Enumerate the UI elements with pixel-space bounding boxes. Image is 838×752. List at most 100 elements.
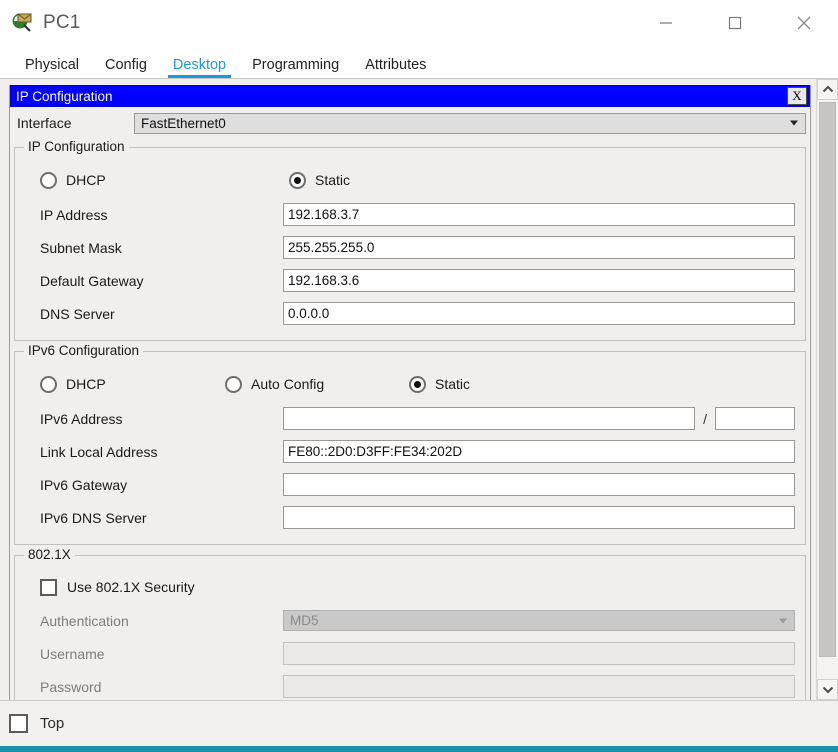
dialog-title: IP Configuration xyxy=(16,88,113,104)
ipv6-address-group: / xyxy=(283,407,795,430)
ipv6-mode-row: DHCP Auto Config Static xyxy=(25,366,795,402)
ipv6-prefix-separator: / xyxy=(703,410,707,427)
scroll-viewport: IP Configuration X Interface FastEtherne… xyxy=(0,79,816,700)
top-checkbox-label: Top xyxy=(40,715,65,732)
ipv6-dhcp-label: DHCP xyxy=(66,376,106,392)
dialog-content: Interface FastEthernet0 IP Configuration xyxy=(10,109,810,700)
ipv6-dns-server-label: IPv6 DNS Server xyxy=(40,509,147,526)
password-label: Password xyxy=(40,678,102,695)
ipv4-static-option[interactable]: Static xyxy=(289,171,351,189)
interface-select[interactable]: FastEthernet0 xyxy=(134,112,806,134)
ipv4-group-title: IP Configuration xyxy=(24,139,129,154)
ip-address-label: IP Address xyxy=(40,206,108,223)
ipv6-static-label: Static xyxy=(435,376,471,392)
dns-server-input[interactable]: 0.0.0.0 xyxy=(283,302,795,325)
tab-physical[interactable]: Physical xyxy=(12,57,92,79)
link-local-address-label: Link Local Address xyxy=(40,443,158,460)
subnet-mask-input[interactable]: 255.255.255.0 xyxy=(283,236,795,259)
window-title: PC1 xyxy=(43,12,81,33)
ipv6-prefix-input[interactable] xyxy=(715,407,795,430)
tab-programming[interactable]: Programming xyxy=(239,57,352,79)
link-local-address-input[interactable]: FE80::2D0:D3FF:FE34:202D xyxy=(283,440,795,463)
minimize-button[interactable] xyxy=(631,0,700,46)
dot1x-group-title: 802.1X xyxy=(24,547,75,562)
username-label: Username xyxy=(40,645,105,662)
ip-address-input[interactable]: 192.168.3.7 xyxy=(283,203,795,226)
ipv6-gateway-input[interactable] xyxy=(283,473,795,496)
radio-icon-ipv4-dhcp xyxy=(40,171,57,189)
interface-value: FastEthernet0 xyxy=(141,115,226,131)
chevron-down-icon xyxy=(790,120,798,126)
radio-icon-ipv4-static xyxy=(289,171,306,189)
window-titlebar: PC1 xyxy=(0,0,838,46)
chevron-up-icon xyxy=(822,85,833,93)
ipv6-autoconfig-option[interactable]: Auto Config xyxy=(225,375,409,393)
ipv6-group-title: IPv6 Configuration xyxy=(24,343,144,358)
ipv4-dhcp-option[interactable]: DHCP xyxy=(40,171,289,189)
tab-desktop[interactable]: Desktop xyxy=(160,57,239,79)
chevron-down-icon xyxy=(779,618,787,623)
ipv6-gateway-label: IPv6 Gateway xyxy=(40,476,128,493)
radio-icon-ipv6-static xyxy=(409,375,426,393)
interface-row: Interface FastEthernet0 xyxy=(14,109,806,137)
ipv6-static-option[interactable]: Static xyxy=(409,375,471,393)
ipv6-group: IPv6 Configuration DHCP Auto Config Stat… xyxy=(14,343,806,545)
maximize-button[interactable] xyxy=(700,0,769,46)
ipv4-dhcp-label: DHCP xyxy=(66,172,106,188)
tab-bar: Physical Config Desktop Programming Attr… xyxy=(0,46,838,79)
scroll-up-button[interactable] xyxy=(817,79,838,100)
minimize-icon xyxy=(659,22,672,24)
ipv4-static-label: Static xyxy=(315,172,351,188)
close-button[interactable] xyxy=(769,0,838,46)
default-gateway-row: Default Gateway 192.168.3.6 xyxy=(25,264,795,297)
default-gateway-input[interactable]: 192.168.3.6 xyxy=(283,269,795,292)
radio-icon-ipv6-autoconfig xyxy=(225,375,242,393)
subnet-mask-row: Subnet Mask 255.255.255.0 xyxy=(25,231,795,264)
ipv4-group: IP Configuration DHCP Static IP Address … xyxy=(14,139,806,341)
close-icon xyxy=(797,16,810,30)
checkbox-icon-use-dot1x xyxy=(40,578,57,596)
password-row: Password xyxy=(25,670,795,700)
radio-icon-ipv6-dhcp xyxy=(40,375,57,393)
vertical-scrollbar[interactable] xyxy=(816,79,838,700)
footer-bar: Top xyxy=(0,700,838,746)
use-dot1x-security-row[interactable]: Use 802.1X Security xyxy=(25,570,795,604)
link-local-address-row: Link Local Address FE80::2D0:D3FF:FE34:2… xyxy=(25,435,795,468)
ipv6-autoconfig-label: Auto Config xyxy=(251,376,325,392)
authentication-label: Authentication xyxy=(40,612,129,629)
bottom-accent-bar xyxy=(0,746,838,752)
dns-server-row: DNS Server 0.0.0.0 xyxy=(25,297,795,330)
ipv6-address-input[interactable] xyxy=(283,407,696,430)
maximize-icon xyxy=(728,16,741,30)
dialog-titlebar: IP Configuration X xyxy=(10,85,810,107)
desktop-panel: IP Configuration X Interface FastEtherne… xyxy=(0,79,838,700)
tab-config[interactable]: Config xyxy=(92,57,160,79)
username-input xyxy=(283,642,795,665)
ipv6-dhcp-option[interactable]: DHCP xyxy=(40,375,225,393)
password-input xyxy=(283,675,795,698)
ipv6-dns-server-row: IPv6 DNS Server xyxy=(25,501,795,534)
scroll-track[interactable] xyxy=(817,100,838,679)
dot1x-group: 802.1X Use 802.1X Security Authenticatio… xyxy=(14,547,806,700)
default-gateway-label: Default Gateway xyxy=(40,272,144,289)
ipv4-mode-row: DHCP Static xyxy=(25,162,795,198)
ipv6-address-label: IPv6 Address xyxy=(40,410,123,427)
use-dot1x-security-label: Use 802.1X Security xyxy=(67,579,195,595)
ip-configuration-dialog: IP Configuration X Interface FastEtherne… xyxy=(9,85,811,700)
ip-address-row: IP Address 192.168.3.7 xyxy=(25,198,795,231)
authentication-value: MD5 xyxy=(290,613,319,628)
username-row: Username xyxy=(25,637,795,670)
scroll-thumb[interactable] xyxy=(819,102,836,657)
dns-server-label: DNS Server xyxy=(40,305,115,322)
checkbox-icon-top[interactable] xyxy=(9,714,28,733)
tab-attributes[interactable]: Attributes xyxy=(352,57,439,79)
ipv6-gateway-row: IPv6 Gateway xyxy=(25,468,795,501)
authentication-row: Authentication MD5 xyxy=(25,604,795,637)
ipv6-dns-server-input[interactable] xyxy=(283,506,795,529)
interface-label: Interface xyxy=(17,115,72,131)
scroll-down-button[interactable] xyxy=(817,679,838,700)
pc-magnifier-icon xyxy=(11,12,33,34)
dialog-close-button[interactable]: X xyxy=(787,87,807,105)
window-controls xyxy=(631,0,838,46)
pc1-window: PC1 Physical Config Desktop Programming … xyxy=(0,0,838,752)
